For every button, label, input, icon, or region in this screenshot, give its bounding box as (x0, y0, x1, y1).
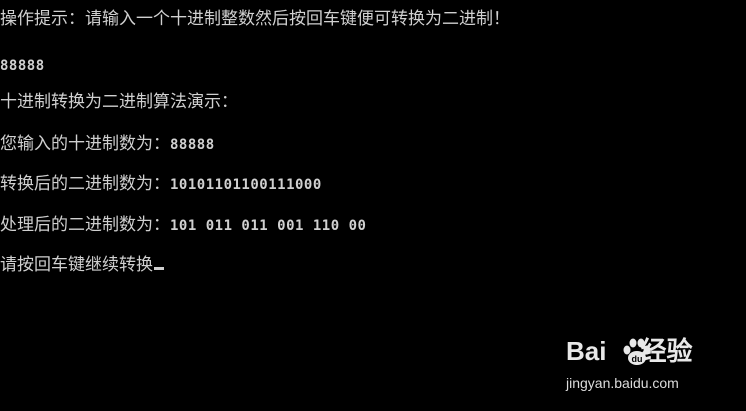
svg-text:du: du (632, 354, 643, 364)
processed-label: 处理后的二进制数为： (0, 215, 170, 235)
decimal-value: 88888 (170, 137, 215, 153)
watermark-url: jingyan.baidu.com (566, 375, 679, 391)
console-line-decimal: 您输入的十进制数为：88888 (0, 132, 215, 156)
watermark-logo-left: Bai (566, 336, 607, 366)
paw-icon: du (623, 338, 651, 365)
continue-prompt-text: 请按回车键继续转换 (0, 255, 153, 275)
text-cursor (154, 267, 164, 270)
binary-label: 转换后的二进制数为： (0, 174, 170, 194)
decimal-label: 您输入的十进制数为： (0, 134, 170, 154)
binary-value: 10101101100111000 (170, 177, 322, 193)
processed-value: 101 011 011 001 110 00 (170, 218, 367, 234)
console-line-continue: 请按回车键继续转换 (0, 253, 164, 277)
console-line-processed: 处理后的二进制数为：101 011 011 001 110 00 (0, 213, 366, 237)
console-line-input: 88888 (0, 53, 45, 77)
console-window[interactable]: 操作提示：请输入一个十进制整数然后按回车键便可转换为二进制！ 88888 十进制… (0, 0, 746, 411)
hint-text: 操作提示：请输入一个十进制整数然后按回车键便可转换为二进制！ (0, 9, 510, 29)
console-line-hint: 操作提示：请输入一个十进制整数然后按回车键便可转换为二进制！ (0, 7, 510, 31)
console-line-binary: 转换后的二进制数为：10101101100111000 (0, 172, 322, 196)
baidu-jingyan-watermark: Bai 经验 du jingyan.baidu.com (566, 331, 706, 397)
console-line-demo-title: 十进制转换为二进制算法演示： (0, 90, 238, 114)
user-input-value: 88888 (0, 58, 45, 74)
demo-title-text: 十进制转换为二进制算法演示： (0, 92, 238, 112)
